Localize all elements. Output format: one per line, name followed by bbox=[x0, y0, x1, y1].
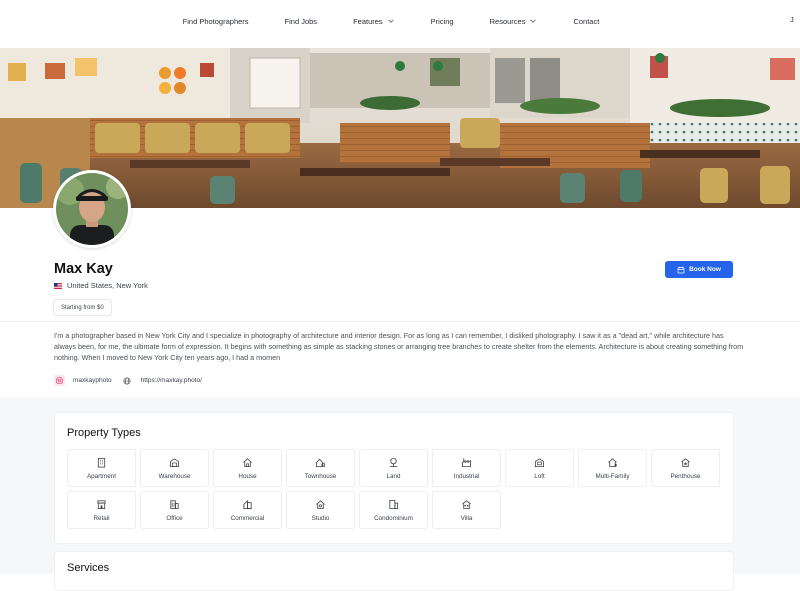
office-icon bbox=[170, 499, 179, 509]
tile-label: Multi-Family bbox=[595, 472, 630, 480]
tile-label: Villa bbox=[460, 514, 473, 522]
land-icon bbox=[389, 457, 398, 467]
instagram-icon bbox=[54, 375, 65, 386]
property-tile-warehouse[interactable]: Warehouse bbox=[140, 449, 209, 487]
property-tile-industrial[interactable]: Industrial bbox=[432, 449, 501, 487]
retail-icon bbox=[97, 499, 106, 509]
property-tile-townhouse[interactable]: Townhouse bbox=[286, 449, 355, 487]
property-tile-loft[interactable]: Loft bbox=[505, 449, 574, 487]
nav-contact[interactable]: Contact bbox=[573, 17, 599, 26]
profile-location: United States, New York bbox=[54, 281, 148, 290]
warehouse-icon bbox=[169, 457, 180, 467]
nav-find-photographers[interactable]: Find Photographers bbox=[183, 17, 249, 26]
tile-label: Commercial bbox=[230, 514, 265, 522]
book-now-button[interactable]: Book Now bbox=[665, 261, 733, 278]
tile-label: Retail bbox=[93, 514, 110, 522]
chevron-down-icon bbox=[387, 19, 394, 23]
services-title: Services bbox=[67, 562, 110, 574]
townhouse-icon bbox=[315, 458, 326, 467]
apartment-icon bbox=[97, 457, 106, 467]
property-tile-studio[interactable]: Studio bbox=[286, 491, 355, 529]
tile-label: Condominium bbox=[374, 514, 413, 522]
book-now-label: Book Now bbox=[689, 266, 721, 273]
nav-label: Features bbox=[353, 16, 383, 26]
nav-find-jobs[interactable]: Find Jobs bbox=[285, 17, 318, 26]
nav-pricing[interactable]: Pricing bbox=[431, 17, 454, 26]
us-flag-icon bbox=[54, 282, 62, 289]
property-tile-multi-family[interactable]: Multi-Family bbox=[578, 449, 647, 487]
tile-label: Townhouse bbox=[304, 472, 337, 480]
divider bbox=[0, 321, 800, 322]
property-types-title: Property Types bbox=[67, 427, 141, 439]
property-tile-office[interactable]: Office bbox=[140, 491, 209, 529]
social-links: maxkayphoto https://maxkay.photo/ bbox=[54, 375, 212, 386]
services-card: Services bbox=[54, 551, 734, 591]
house-icon bbox=[243, 457, 252, 467]
tile-label: Loft bbox=[534, 472, 545, 480]
profile-photo bbox=[56, 173, 128, 245]
nav-links: Find Photographers Find Jobs Features Pr… bbox=[0, 0, 800, 42]
property-tile-retail[interactable]: Retail bbox=[67, 491, 136, 529]
location-text: United States, New York bbox=[67, 281, 148, 290]
nav-label: Find Jobs bbox=[284, 16, 318, 26]
studio-icon bbox=[316, 499, 325, 509]
tile-label: Studio bbox=[311, 514, 330, 522]
nav-label: Resources bbox=[489, 16, 526, 26]
tile-label: Apartment bbox=[86, 472, 117, 480]
tile-label: Penthouse bbox=[670, 472, 701, 480]
property-tile-penthouse[interactable]: Penthouse bbox=[651, 449, 720, 487]
property-types-card: Property Types Apartment Warehouse House… bbox=[54, 412, 734, 544]
property-tile-house[interactable]: House bbox=[213, 449, 282, 487]
profile-name: Max Kay bbox=[54, 261, 113, 277]
nav-resources[interactable]: Resources bbox=[490, 17, 538, 26]
property-tile-condominium[interactable]: Condominium bbox=[359, 491, 428, 529]
instagram-link[interactable]: maxkayphoto bbox=[73, 377, 112, 384]
tile-label: Office bbox=[166, 514, 183, 522]
tile-label: Industrial bbox=[453, 472, 480, 480]
top-navbar: Find Photographers Find Jobs Features Pr… bbox=[0, 0, 800, 48]
chevron-down-icon bbox=[530, 19, 537, 23]
tile-label: Warehouse bbox=[158, 472, 191, 480]
property-tile-commercial[interactable]: Commercial bbox=[213, 491, 282, 529]
villa-icon bbox=[462, 499, 471, 509]
nav-label: Contact bbox=[573, 16, 600, 26]
property-tile-villa[interactable]: Villa bbox=[432, 491, 501, 529]
price-badge: Starting from $0 bbox=[53, 299, 112, 316]
website-link[interactable]: https://maxkay.photo/ bbox=[141, 377, 202, 384]
nav-label: Pricing bbox=[430, 16, 454, 26]
avatar bbox=[53, 170, 131, 248]
globe-icon bbox=[122, 375, 133, 386]
property-tile-land[interactable]: Land bbox=[359, 449, 428, 487]
commercial-icon bbox=[243, 499, 252, 509]
calendar-icon bbox=[677, 266, 685, 273]
property-tile-apartment[interactable]: Apartment bbox=[67, 449, 136, 487]
multi-family-icon bbox=[608, 457, 617, 467]
nav-label: Find Photographers bbox=[182, 16, 249, 26]
user-menu[interactable]: J bbox=[790, 15, 800, 24]
penthouse-icon bbox=[681, 457, 690, 467]
profile-bio: I'm a photographer based in New York Cit… bbox=[54, 331, 744, 362]
loft-icon bbox=[534, 457, 545, 467]
tile-label: Land bbox=[386, 472, 401, 480]
nav-features[interactable]: Features bbox=[353, 17, 395, 26]
condominium-icon bbox=[389, 499, 399, 509]
industrial-icon bbox=[461, 457, 472, 467]
tile-label: House bbox=[238, 472, 257, 480]
